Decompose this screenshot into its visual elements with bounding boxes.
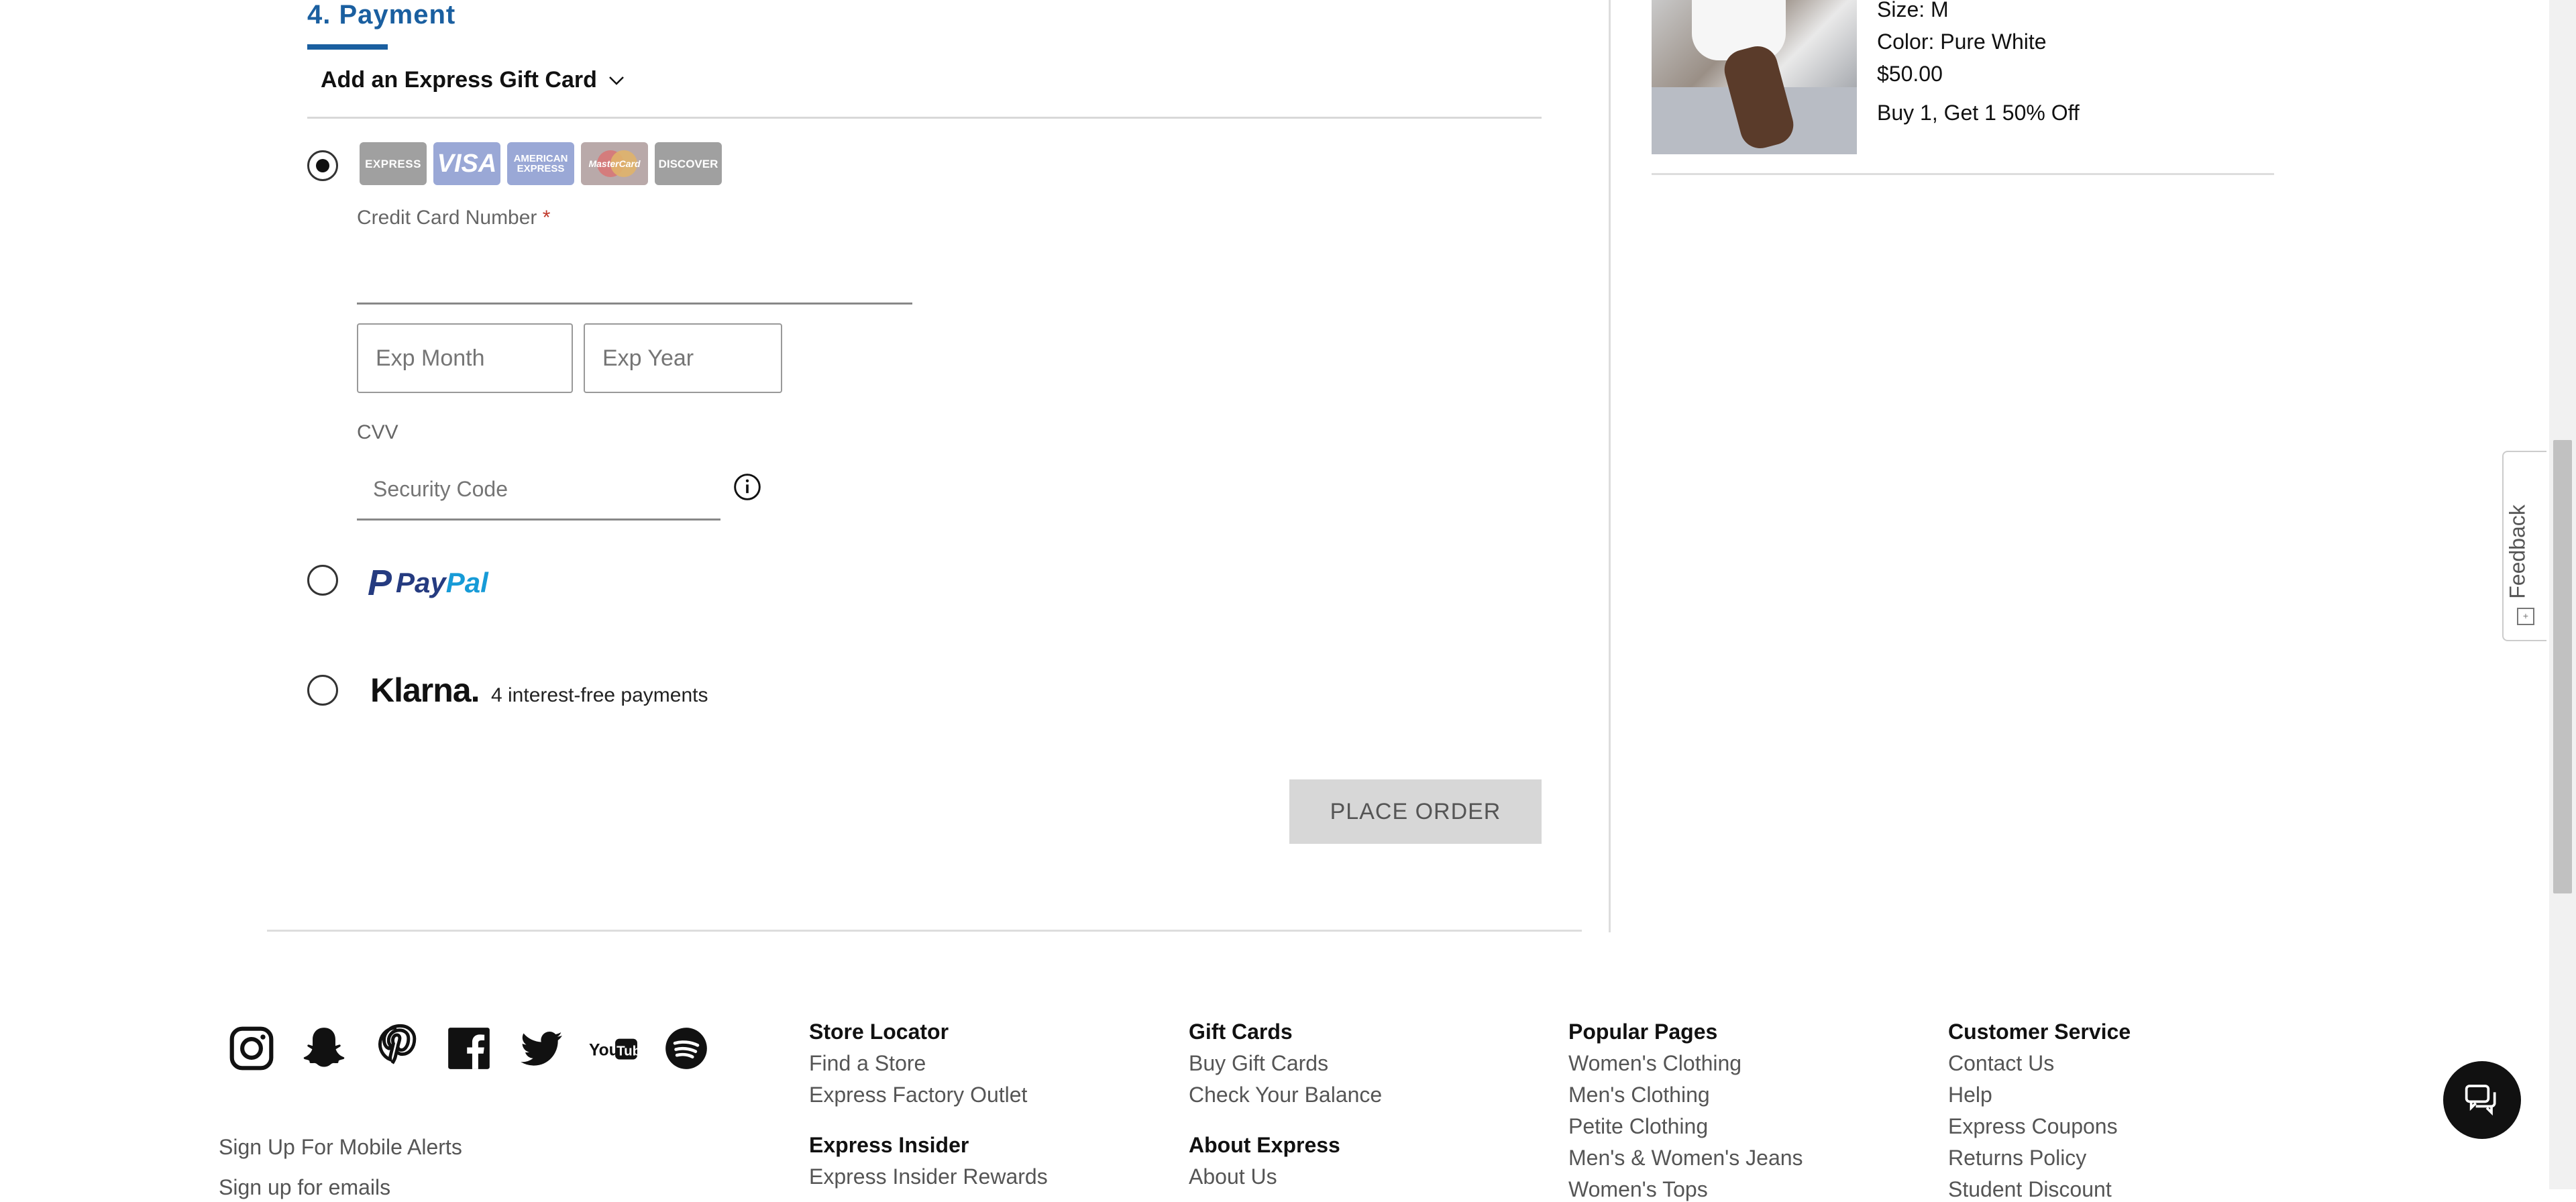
feedback-tab[interactable]: Feedback + [2502, 451, 2546, 641]
info-icon[interactable] [733, 472, 762, 502]
credit-card-radio[interactable] [307, 150, 338, 181]
payment-section-title: 4. Payment [307, 0, 456, 30]
exp-month-select[interactable] [357, 323, 573, 393]
credit-card-number-label-text: Credit Card Number [357, 207, 537, 229]
klarna-logo: Klarna. [370, 671, 480, 709]
twitter-icon[interactable] [517, 1024, 566, 1073]
express-card-logo: EXPRESS [360, 142, 427, 185]
footer-link[interactable]: Contact Us [1948, 1051, 2131, 1076]
footer-link[interactable]: Women's Clothing [1568, 1051, 1803, 1076]
footer-link[interactable]: About Us [1189, 1164, 1382, 1189]
spotify-icon[interactable] [661, 1024, 711, 1073]
footer-column-2: Gift Cards Buy Gift Cards Check Your Bal… [1189, 1020, 1382, 1189]
footer-link[interactable]: Find a Store [809, 1051, 1048, 1076]
footer-column-3: Popular Pages Women's Clothing Men's Clo… [1568, 1020, 1803, 1202]
title-underline [307, 44, 388, 50]
paypal-wordmark: PayPal [396, 567, 488, 599]
required-mark: * [542, 207, 551, 229]
footer-heading[interactable]: Customer Service [1948, 1020, 2131, 1044]
footer-link[interactable]: Express Factory Outlet [809, 1083, 1048, 1107]
mastercard-logo-text: MasterCard [588, 158, 641, 169]
instagram-icon[interactable] [227, 1024, 276, 1073]
summary-divider [1652, 173, 2274, 175]
mobile-alerts-link[interactable]: Sign Up For Mobile Alerts [219, 1135, 462, 1160]
gift-card-toggle-label: Add an Express Gift Card [321, 67, 597, 93]
paypal-radio[interactable] [307, 565, 338, 596]
footer-link[interactable]: Buy Gift Cards [1189, 1051, 1382, 1076]
email-signup-link[interactable]: Sign up for emails [219, 1175, 390, 1200]
exp-year-select[interactable] [584, 323, 782, 393]
footer-heading[interactable]: Store Locator [809, 1020, 1048, 1044]
svg-text:Tube: Tube [616, 1043, 639, 1058]
cvv-input[interactable] [357, 460, 720, 521]
card-logos: EXPRESS VISA AMERICAN EXPRESS MasterCard… [360, 142, 722, 185]
chat-button[interactable] [2443, 1061, 2521, 1139]
footer-link[interactable]: Help [1948, 1083, 2131, 1107]
mastercard-logo: MasterCard [581, 142, 648, 185]
checkout-page: 4. Payment Add an Express Gift Card EXPR… [0, 0, 2576, 1201]
discover-logo: DISCOVER [655, 142, 722, 185]
item-size: Size: M [1877, 0, 1949, 21]
visa-logo: VISA [433, 142, 500, 185]
footer-heading[interactable]: Gift Cards [1189, 1020, 1382, 1044]
footer-column-4: Customer Service Contact Us Help Express… [1948, 1020, 2131, 1202]
scrollbar-thumb[interactable] [2553, 440, 2572, 893]
item-color: Color: Pure White [1877, 30, 2047, 54]
product-thumbnail[interactable] [1652, 0, 1857, 154]
svg-text:You: You [589, 1041, 619, 1059]
footer-link[interactable]: Returns Policy [1948, 1146, 2131, 1170]
footer-heading[interactable]: Express Insider [809, 1133, 1048, 1158]
place-order-button[interactable]: PLACE ORDER [1289, 779, 1542, 844]
social-links: YouTube [227, 1024, 711, 1073]
facebook-icon[interactable] [444, 1024, 494, 1073]
footer-link[interactable]: Men's & Women's Jeans [1568, 1146, 1803, 1170]
paypal-mark: P [368, 563, 392, 603]
pinterest-icon[interactable] [372, 1024, 421, 1073]
footer-link[interactable]: Express Insider Rewards [809, 1164, 1048, 1189]
footer-heading[interactable]: Popular Pages [1568, 1020, 1803, 1044]
footer-link[interactable]: Women's Tops [1568, 1177, 1803, 1202]
paypal-wordmark-pal: Pal [445, 567, 488, 598]
content-divider [267, 930, 1582, 932]
footer-link[interactable]: Student Discount [1948, 1177, 2131, 1202]
item-promo: Buy 1, Get 1 50% Off [1877, 101, 2080, 125]
snapchat-icon[interactable] [299, 1024, 349, 1073]
chevron-down-icon [608, 76, 624, 85]
amex-logo: AMERICAN EXPRESS [507, 142, 574, 185]
klarna-radio[interactable] [307, 675, 338, 706]
footer-link[interactable]: Check Your Balance [1189, 1083, 1382, 1107]
youtube-icon[interactable]: YouTube [589, 1024, 639, 1073]
paypal-logo: P PayPal [368, 562, 488, 604]
klarna-subtext: 4 interest-free payments [491, 684, 708, 706]
footer-link[interactable]: Men's Clothing [1568, 1083, 1803, 1107]
cvv-label: CVV [357, 421, 398, 443]
divider [307, 117, 1542, 119]
credit-card-number-input[interactable] [357, 248, 912, 305]
column-divider [1609, 0, 1611, 932]
credit-card-number-label: Credit Card Number * [357, 207, 550, 229]
footer-link[interactable]: Petite Clothing [1568, 1114, 1803, 1139]
item-price: $50.00 [1877, 62, 1943, 86]
feedback-icon: + [2517, 608, 2534, 625]
chat-icon [2465, 1085, 2496, 1116]
footer-column-1: Store Locator Find a Store Express Facto… [809, 1020, 1048, 1189]
footer-heading[interactable]: About Express [1189, 1133, 1382, 1158]
gift-card-toggle[interactable]: Add an Express Gift Card [321, 67, 627, 93]
paypal-wordmark-pay: Pay [396, 567, 446, 598]
footer-link[interactable]: Express Coupons [1948, 1114, 2131, 1139]
